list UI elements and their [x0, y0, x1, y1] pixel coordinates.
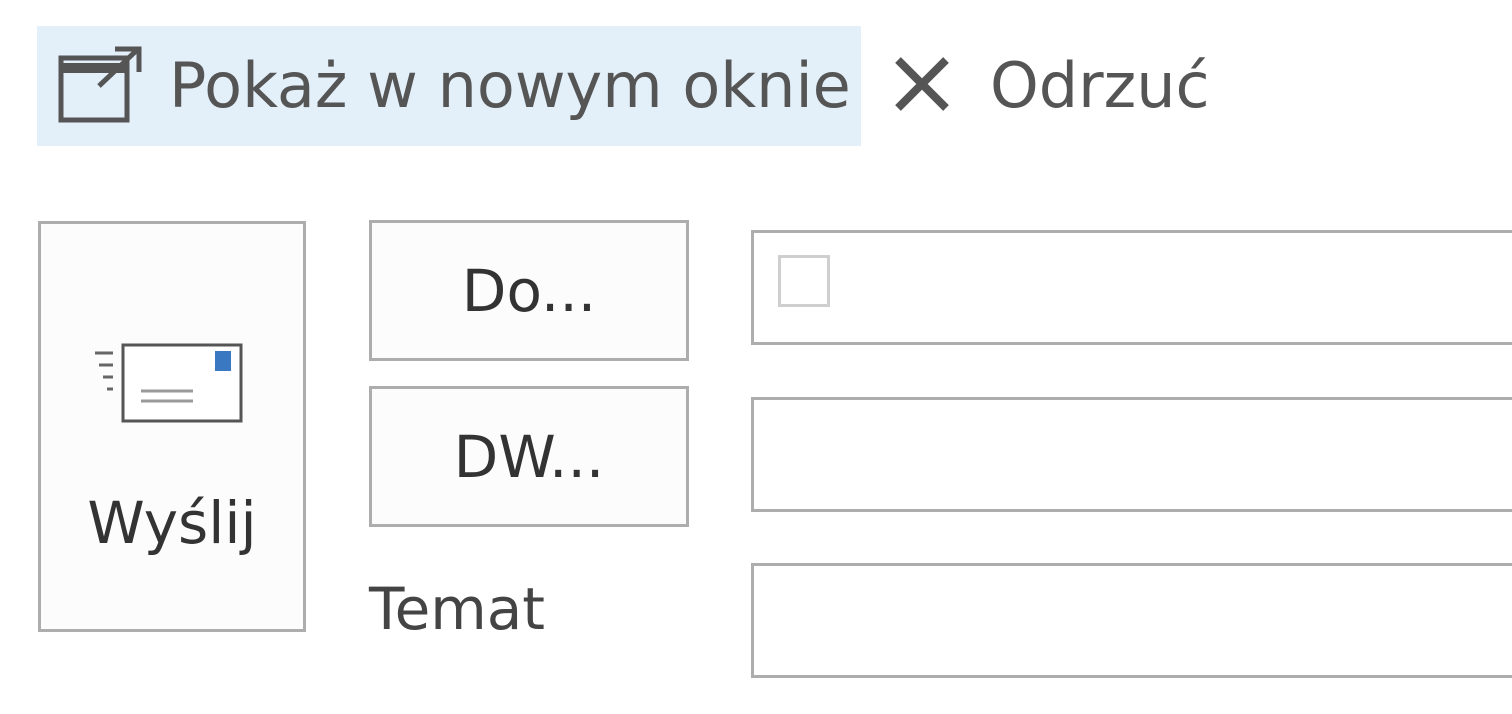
- pop-out-icon: [57, 44, 147, 128]
- discard-label: Odrzuć: [990, 49, 1210, 122]
- cc-button[interactable]: DW...: [369, 386, 689, 527]
- subject-label: Temat: [369, 575, 546, 643]
- cc-field[interactable]: [751, 397, 1512, 512]
- send-label: Wyślij: [87, 489, 257, 557]
- send-button[interactable]: Wyślij: [38, 221, 306, 632]
- to-button[interactable]: Do...: [369, 220, 689, 361]
- subject-field[interactable]: [751, 563, 1512, 678]
- envelope-send-icon: [91, 339, 251, 433]
- discard-button[interactable]: Odrzuć: [872, 26, 1232, 146]
- recipient-checkbox[interactable]: [778, 255, 830, 307]
- to-field[interactable]: [751, 230, 1512, 345]
- pop-out-label: Pokaż w nowym oknie: [169, 49, 851, 122]
- pop-out-button[interactable]: Pokaż w nowym oknie: [37, 26, 861, 146]
- close-icon: [892, 54, 952, 118]
